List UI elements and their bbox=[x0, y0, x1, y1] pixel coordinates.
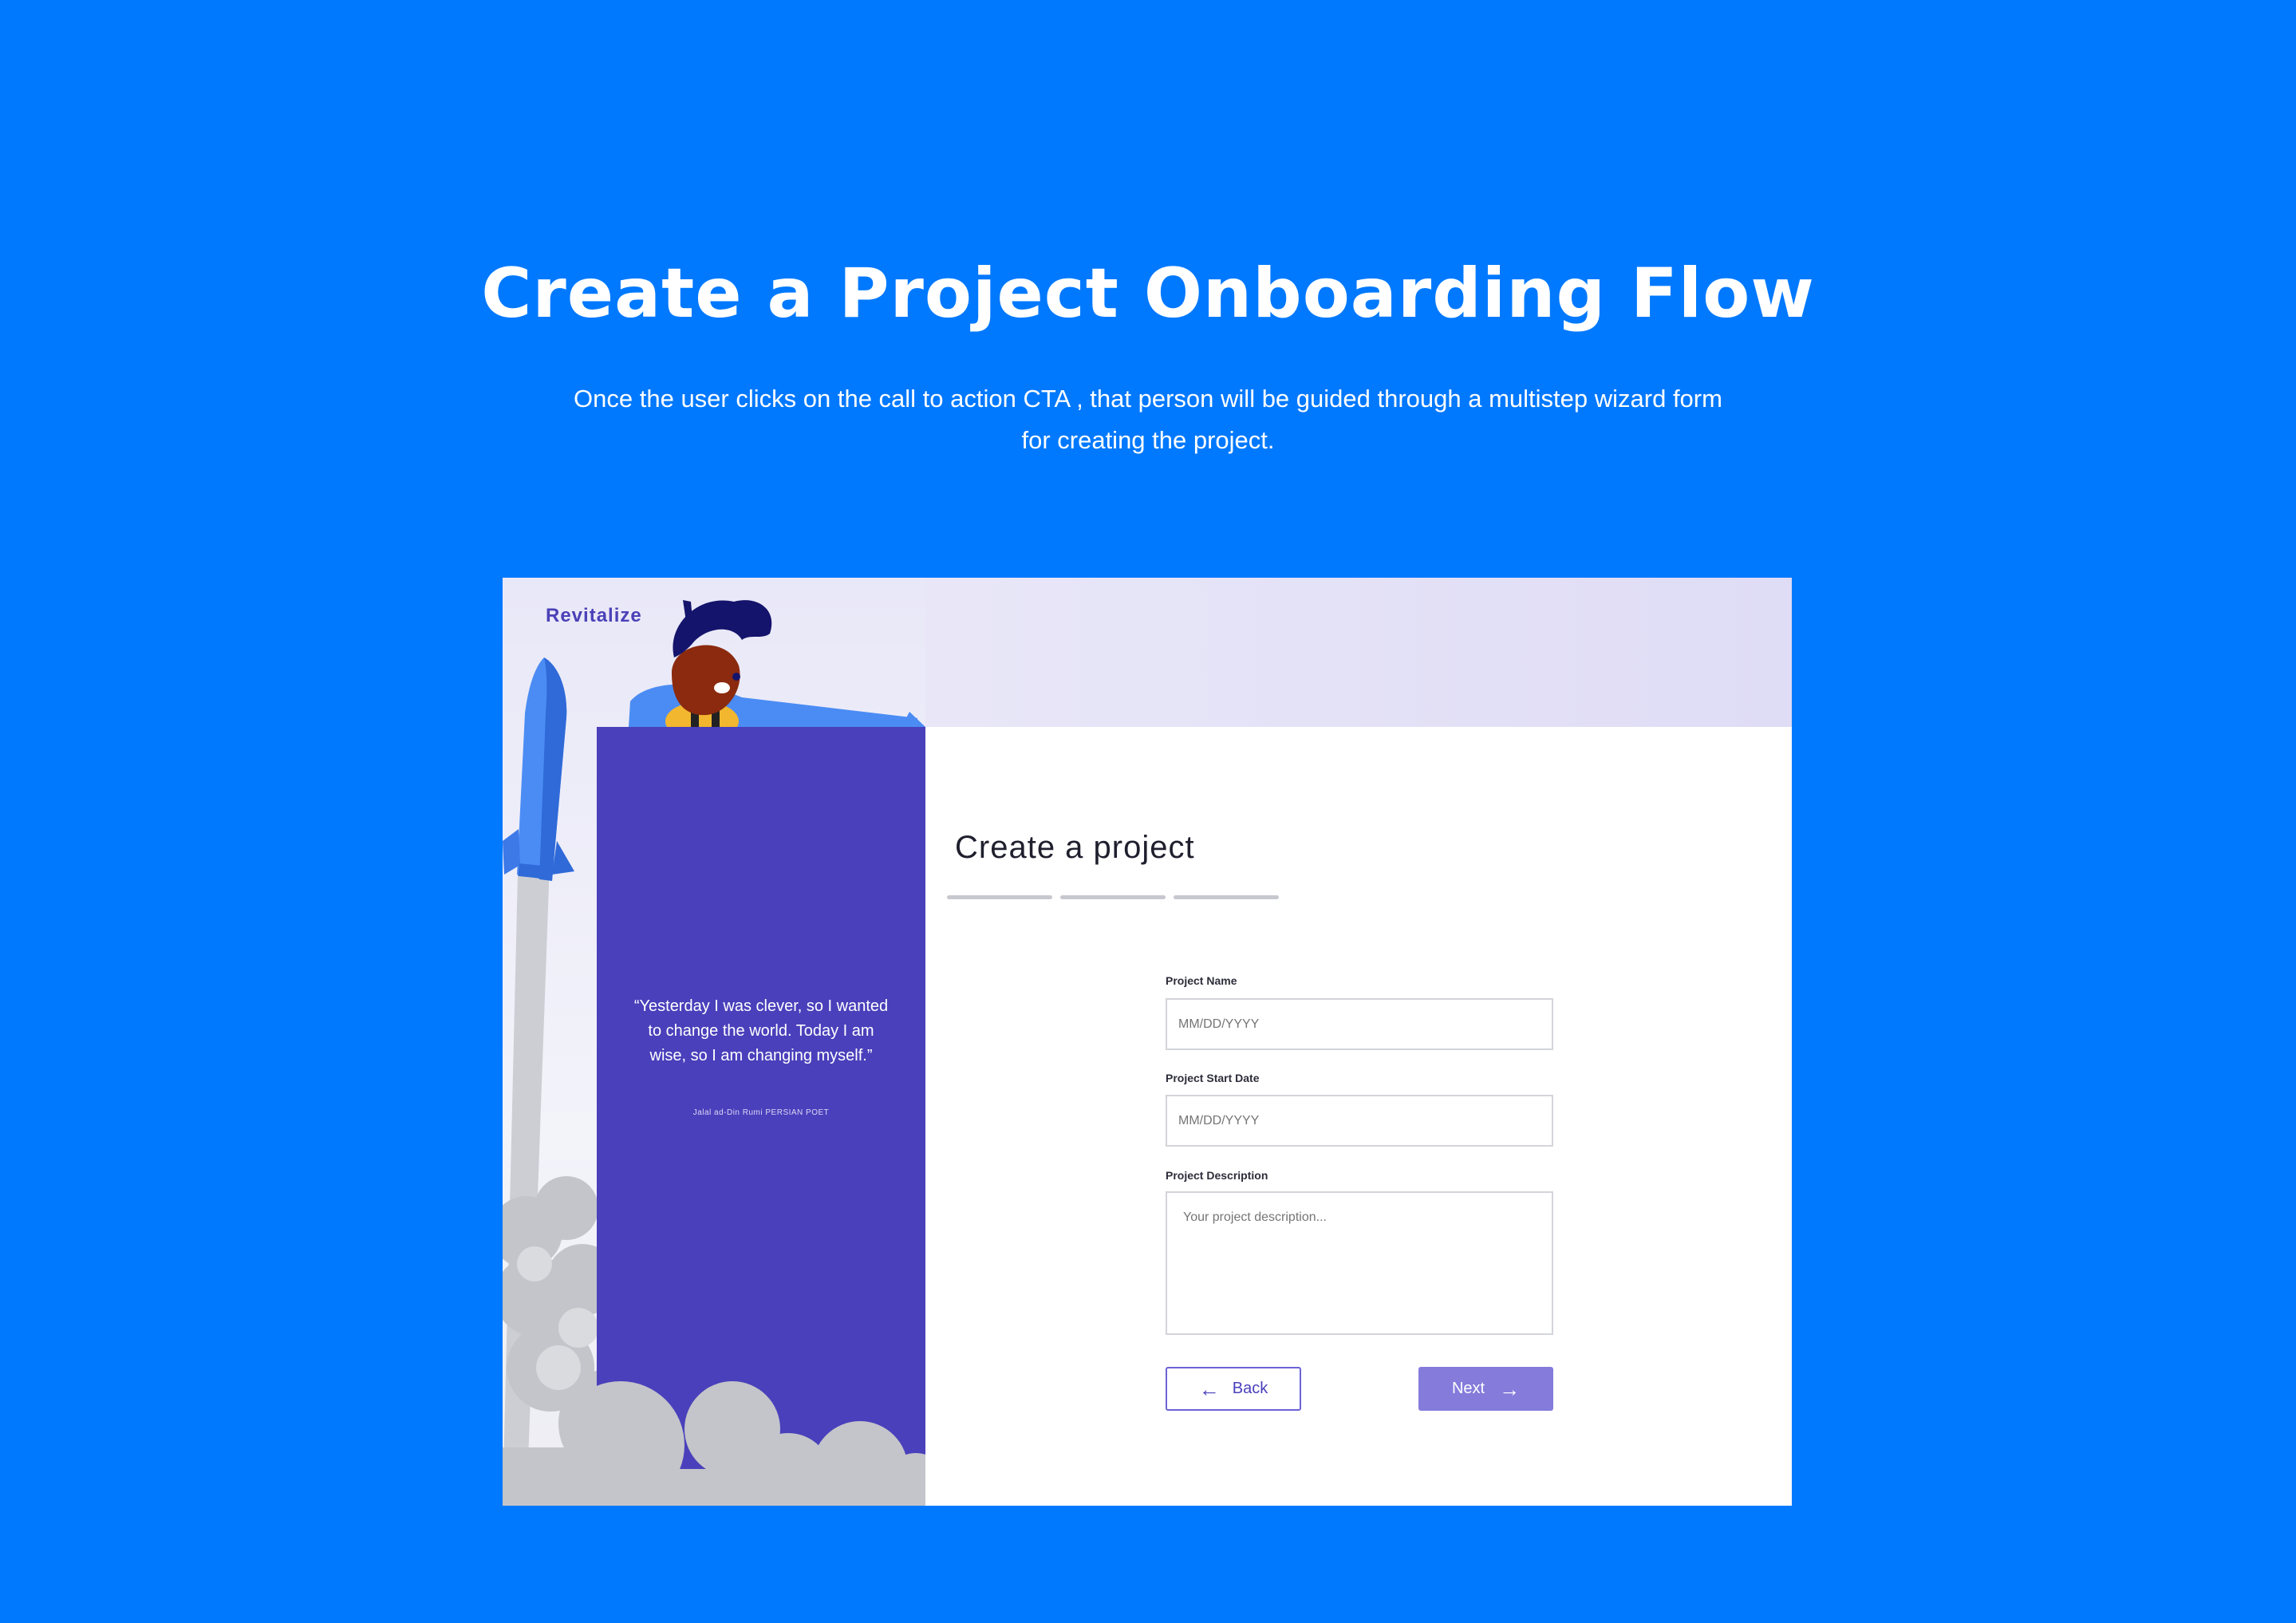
form-title: Create a project bbox=[955, 830, 1195, 865]
brand-logo[interactable]: Revitalize bbox=[546, 605, 642, 627]
rocket-icon bbox=[503, 657, 574, 881]
hero-title: Create a Project Onboarding Flow bbox=[481, 254, 1815, 334]
hero-subtitle: Once the user clicks on the call to acti… bbox=[574, 385, 1722, 454]
panel-cloud-icon bbox=[597, 1381, 925, 1506]
step-3-bar bbox=[1174, 895, 1279, 899]
step-1-bar bbox=[947, 895, 1052, 899]
start-date-input[interactable] bbox=[1166, 1095, 1553, 1147]
description-label: Project Description bbox=[1166, 1169, 1268, 1182]
next-button[interactable]: Next → bbox=[1418, 1367, 1553, 1411]
project-name-input[interactable] bbox=[1166, 998, 1553, 1050]
character-illustration bbox=[629, 600, 925, 741]
start-date-label: Project Start Date bbox=[1166, 1072, 1260, 1084]
arrow-left-icon: ← bbox=[1198, 1376, 1220, 1401]
step-2-bar bbox=[1060, 895, 1166, 899]
description-textarea[interactable] bbox=[1166, 1191, 1553, 1335]
project-name-label: Project Name bbox=[1166, 974, 1237, 987]
app-mockup: Revitalize “Yesterday I was clever, so I… bbox=[503, 578, 1792, 1506]
back-button[interactable]: ← Back bbox=[1166, 1367, 1301, 1411]
arrow-right-icon: → bbox=[1499, 1376, 1521, 1401]
next-button-label: Next bbox=[1451, 1380, 1485, 1397]
quote-panel: “Yesterday I was clever, so I wanted to … bbox=[597, 727, 925, 1506]
back-button-label: Back bbox=[1232, 1380, 1268, 1397]
